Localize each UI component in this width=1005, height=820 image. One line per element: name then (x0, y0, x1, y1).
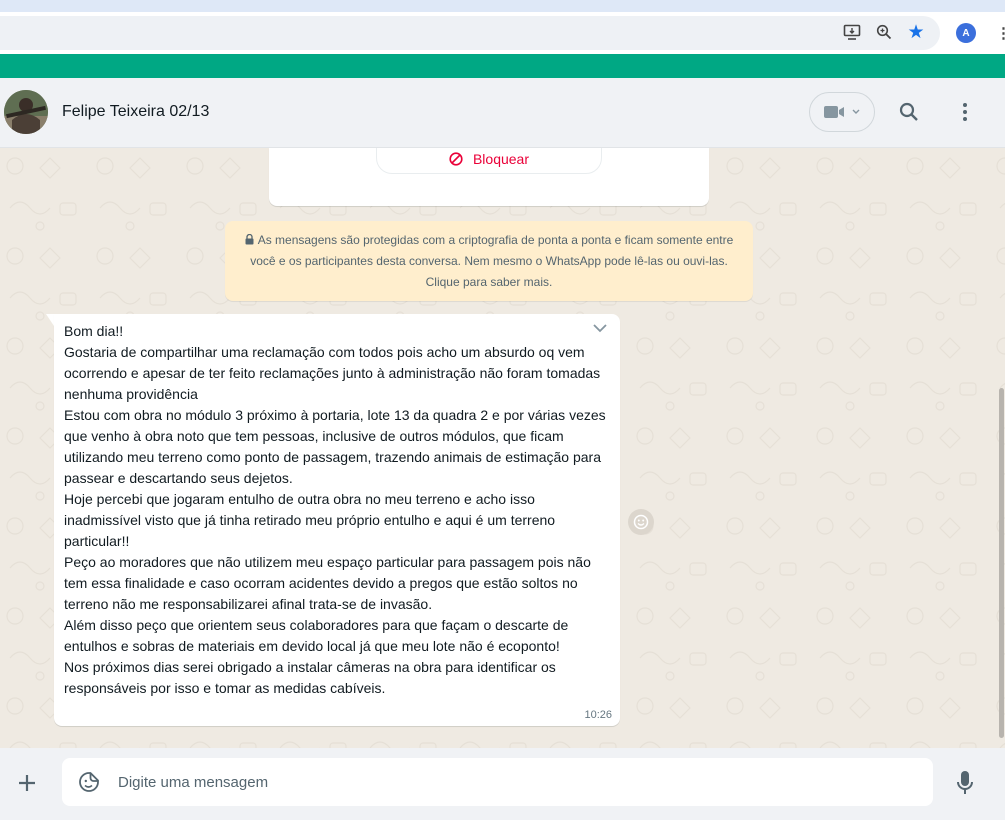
zoom-icon[interactable] (872, 20, 896, 44)
encryption-notice[interactable]: As mensagens são protegidas com a cripto… (225, 221, 753, 301)
search-icon[interactable] (897, 100, 921, 124)
chat-header: Felipe Teixeira 02/13 (0, 78, 1005, 148)
message-text: Bom dia!! Gostaria de compartilhar uma r… (64, 323, 606, 696)
lock-icon (245, 233, 254, 245)
message-input-wrapper (62, 758, 933, 806)
profile-avatar[interactable]: A (956, 23, 976, 43)
block-button[interactable]: Bloquear (376, 148, 602, 174)
message-input[interactable] (118, 758, 918, 806)
message-options-chevron-icon[interactable] (592, 320, 608, 338)
browser-tabstrip (0, 0, 1005, 12)
chat-messages-area[interactable]: Bloquear As mensagens são protegidas com… (0, 148, 1005, 748)
microphone-icon[interactable] (953, 768, 977, 798)
encryption-notice-text: As mensagens são protegidas com a cripto… (250, 233, 734, 289)
menu-icon[interactable] (953, 100, 977, 124)
app-accent-strip (0, 54, 1005, 78)
scrollbar-thumb[interactable] (999, 388, 1004, 738)
contact-info-card: Bloquear (269, 148, 709, 206)
avatar[interactable] (4, 90, 48, 134)
chevron-down-icon (852, 109, 860, 114)
block-icon (449, 152, 463, 166)
message-timestamp: 10:26 (584, 709, 612, 721)
chat-name[interactable]: Felipe Teixeira 02/13 (62, 103, 209, 121)
browser-toolbar: ★ A ⋮ (0, 12, 1005, 54)
sticker-emoji-icon[interactable] (77, 770, 101, 794)
cast-icon[interactable] (840, 20, 864, 44)
message-bubble-tail (46, 314, 54, 326)
attach-plus-icon[interactable] (12, 768, 42, 798)
address-bar[interactable] (0, 16, 940, 50)
scrollbar-track[interactable] (998, 148, 1005, 748)
react-emoji-button[interactable] (628, 509, 654, 535)
smiley-icon (633, 514, 649, 530)
message-composer (0, 748, 1005, 820)
video-call-button[interactable] (809, 92, 875, 132)
block-label: Bloquear (472, 151, 530, 167)
video-camera-icon (824, 106, 844, 118)
message-bubble[interactable]: Bom dia!! Gostaria de compartilhar uma r… (54, 314, 620, 726)
browser-menu-icon[interactable]: ⋮ (996, 24, 1005, 42)
bookmark-star-icon[interactable]: ★ (904, 20, 928, 44)
